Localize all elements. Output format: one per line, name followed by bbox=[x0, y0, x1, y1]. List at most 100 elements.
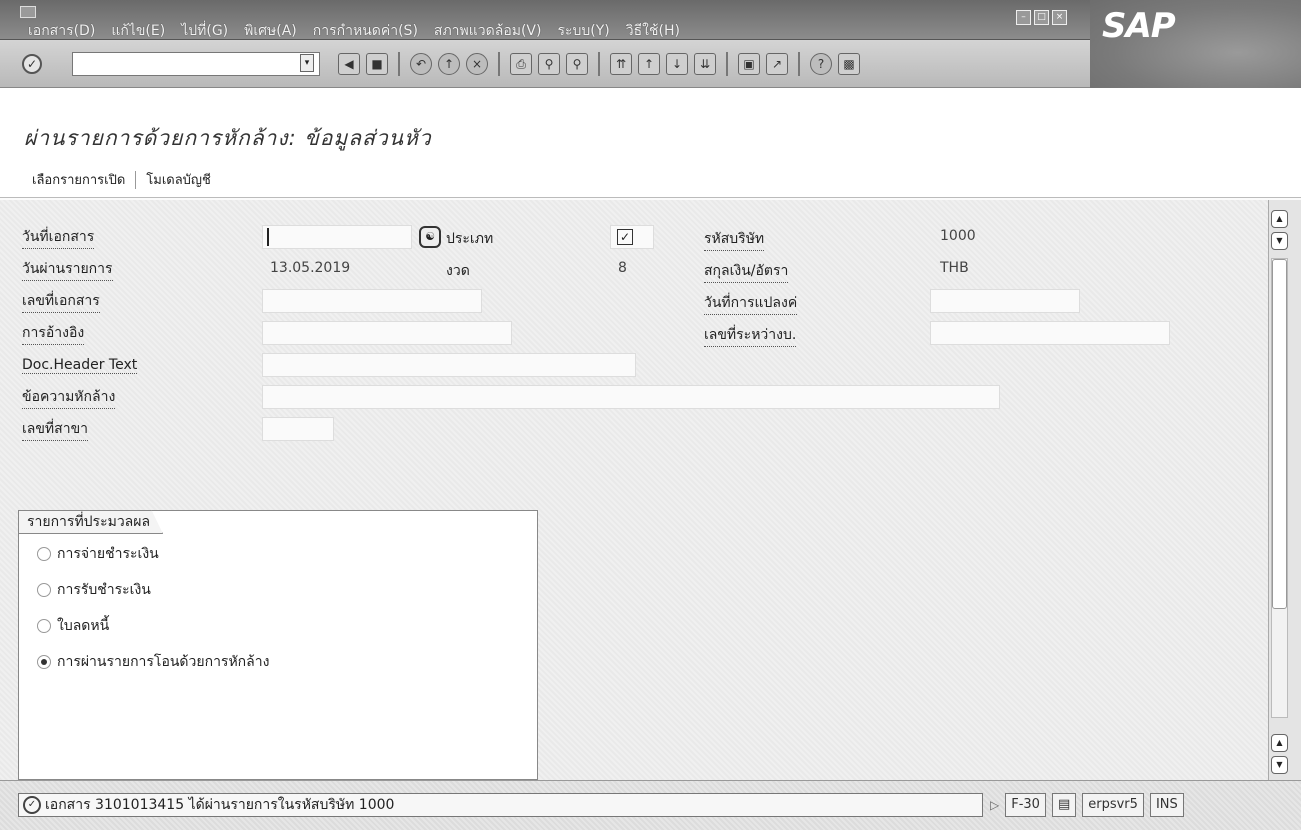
clearing-text-field[interactable] bbox=[262, 385, 1000, 409]
exit-icon[interactable]: ↑ bbox=[438, 53, 460, 75]
option-label: ใบลดหนี้ bbox=[57, 618, 110, 634]
expand-arrow-icon[interactable]: ▷ bbox=[990, 798, 999, 812]
posting-date-row: วันผ่านรายการ bbox=[22, 257, 113, 281]
intercompany-number-field[interactable] bbox=[930, 321, 1170, 345]
option-label: การรับชำระเงิน bbox=[57, 582, 151, 598]
page-title: ผ่านรายการด้วยการหักล้าง: ข้อมูลส่วนหัว bbox=[24, 126, 432, 150]
sap-logo-text: SAP bbox=[1102, 6, 1176, 46]
vertical-scrollbar[interactable]: ▲ ▼ ▲ ▼ bbox=[1268, 200, 1301, 780]
type-checkbox-icon[interactable]: ✓ bbox=[617, 229, 633, 245]
command-history-dropdown-icon[interactable]: ▾ bbox=[300, 54, 314, 72]
find-next-icon[interactable]: ⚲ bbox=[566, 53, 588, 75]
branch-number-field[interactable] bbox=[262, 417, 334, 441]
radio-icon[interactable] bbox=[37, 547, 51, 561]
currency-label: สกุลเงิน/อัตรา bbox=[704, 260, 789, 283]
branch-number-row: เลขที่สาขา bbox=[22, 417, 89, 441]
menu-settings[interactable]: การกำหนดค่า(S) bbox=[313, 20, 418, 42]
period-value[interactable]: 8 bbox=[618, 260, 627, 276]
document-number-label: เลขที่เอกสาร bbox=[22, 290, 100, 313]
menu-goto[interactable]: ไปที่(G) bbox=[181, 20, 228, 42]
system-menu-icon[interactable] bbox=[20, 6, 36, 18]
toolbar-separator bbox=[798, 52, 800, 76]
reference-field[interactable] bbox=[262, 321, 512, 345]
radio-icon[interactable] bbox=[37, 619, 51, 633]
scroll-thumb[interactable] bbox=[1272, 259, 1287, 609]
scroll-down-icon[interactable]: ▼ bbox=[1271, 232, 1288, 250]
toolbar-icons: ◀ ■ ↶ ↑ × ⎙ ⚲ ⚲ ⇈ ↑ ↓ ⇊ ▣ ↗ ? ▩ bbox=[338, 52, 860, 76]
enter-icon[interactable]: ✓ bbox=[22, 54, 42, 74]
document-date-field[interactable] bbox=[262, 225, 412, 249]
success-icon: ✓ bbox=[23, 796, 41, 814]
save-icon[interactable]: ■ bbox=[366, 53, 388, 75]
scroll-down-icon[interactable]: ▼ bbox=[1271, 756, 1288, 774]
app-toolbar-separator bbox=[135, 170, 137, 189]
command-field[interactable] bbox=[72, 52, 320, 76]
period-label: งวด bbox=[446, 263, 470, 279]
company-code-label: รหัสบริษัท bbox=[704, 228, 765, 251]
menu-help[interactable]: วิธีใช้(H) bbox=[626, 20, 680, 42]
currency-value[interactable]: THB bbox=[940, 260, 969, 276]
posting-date-value[interactable]: 13.05.2019 bbox=[270, 260, 350, 276]
new-session-icon[interactable]: ▣ bbox=[738, 53, 760, 75]
option-incoming-payment[interactable]: การรับชำระเงิน bbox=[37, 579, 151, 601]
header-text-field[interactable] bbox=[262, 353, 636, 377]
help-icon[interactable]: ? bbox=[810, 53, 832, 75]
menu-edit[interactable]: แก้ไข(E) bbox=[111, 20, 165, 42]
close-icon[interactable]: × bbox=[1052, 10, 1067, 25]
maximize-icon[interactable]: □ bbox=[1034, 10, 1049, 25]
document-date-label: วันที่เอกสาร bbox=[22, 226, 95, 249]
document-date-row: วันที่เอกสาร bbox=[22, 225, 95, 249]
option-credit-memo[interactable]: ใบลดหนี้ bbox=[37, 615, 109, 637]
radio-icon[interactable] bbox=[37, 583, 51, 597]
menu-extras[interactable]: พิเศษ(A) bbox=[244, 20, 297, 42]
application-toolbar: เลือกรายการเปิด โมเดลบัญชี bbox=[26, 167, 217, 192]
radio-selected-icon[interactable] bbox=[37, 655, 51, 669]
menu-document[interactable]: เอกสาร(D) bbox=[28, 20, 95, 42]
status-message-text: เอกสาร 3101013415 ได้ผ่านรายการในรหัสบริ… bbox=[45, 797, 395, 813]
next-page-icon[interactable]: ↓ bbox=[666, 53, 688, 75]
window-controls: – □ × bbox=[1016, 10, 1067, 25]
scroll-up-icon[interactable]: ▲ bbox=[1271, 734, 1288, 752]
account-model-button[interactable]: โมเดลบัญชี bbox=[140, 167, 217, 192]
select-open-items-button[interactable]: เลือกรายการเปิด bbox=[26, 167, 131, 192]
intercompany-number-label: เลขที่ระหว่างบ. bbox=[704, 324, 797, 347]
document-number-row: เลขที่เอกสาร bbox=[22, 289, 100, 313]
type-field[interactable]: ✓ bbox=[610, 225, 654, 249]
server-name: erpsvr5 bbox=[1082, 793, 1144, 817]
header-text-row: Doc.Header Text bbox=[22, 353, 138, 377]
customize-layout-icon[interactable]: ▩ bbox=[838, 53, 860, 75]
document-number-field[interactable] bbox=[262, 289, 482, 313]
previous-page-icon[interactable]: ↑ bbox=[638, 53, 660, 75]
print-icon[interactable]: ⎙ bbox=[510, 53, 532, 75]
find-icon[interactable]: ⚲ bbox=[538, 53, 560, 75]
sap-logo: SAP bbox=[1090, 0, 1301, 88]
toolbar-separator bbox=[398, 52, 400, 76]
first-page-icon[interactable]: ⇈ bbox=[610, 53, 632, 75]
option-outgoing-payment[interactable]: การจ่ายชำระเงิน bbox=[37, 543, 159, 565]
minimize-icon[interactable]: – bbox=[1016, 10, 1031, 25]
scroll-track[interactable] bbox=[1271, 258, 1288, 718]
status-message[interactable]: ✓ เอกสาร 3101013415 ได้ผ่านรายการในรหัสบ… bbox=[18, 793, 983, 817]
company-code-value: 1000 bbox=[940, 228, 976, 244]
insert-mode[interactable]: INS bbox=[1149, 793, 1184, 817]
translation-date-field[interactable] bbox=[930, 289, 1080, 313]
transactions-groupbox: รายการที่ประมวลผล การจ่ายชำระเงิน การรับ… bbox=[18, 510, 538, 780]
option-label: การผ่านรายการโอนด้วยการหักล้าง bbox=[57, 654, 270, 670]
toolbar-separator bbox=[598, 52, 600, 76]
server-popup-icon[interactable]: ▤ bbox=[1051, 793, 1077, 817]
previous-icon[interactable]: ◀ bbox=[338, 53, 360, 75]
menu-environment[interactable]: สภาพแวดล้อม(V) bbox=[434, 20, 542, 42]
translation-date-label: วันที่การแปลงค่ bbox=[704, 292, 798, 315]
shortcut-icon[interactable]: ↗ bbox=[766, 53, 788, 75]
scroll-up-icon[interactable]: ▲ bbox=[1271, 210, 1288, 228]
back-icon[interactable]: ↶ bbox=[410, 53, 432, 75]
search-help-icon[interactable]: ☯ bbox=[419, 226, 441, 248]
option-label: การจ่ายชำระเงิน bbox=[57, 546, 159, 562]
transactions-groupbox-title: รายการที่ประมวลผล bbox=[19, 510, 164, 534]
posting-date-label: วันผ่านรายการ bbox=[22, 258, 113, 281]
menu-items: เอกสาร(D) แก้ไข(E) ไปที่(G) พิเศษ(A) การ… bbox=[28, 20, 680, 42]
menu-system[interactable]: ระบบ(Y) bbox=[557, 20, 609, 42]
cancel-icon[interactable]: × bbox=[466, 53, 488, 75]
last-page-icon[interactable]: ⇊ bbox=[694, 53, 716, 75]
option-transfer-posting-with-clearing[interactable]: การผ่านรายการโอนด้วยการหักล้าง bbox=[37, 651, 269, 673]
